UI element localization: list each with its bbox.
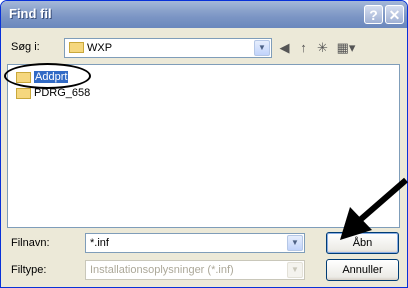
pointer-arrow (340, 177, 408, 240)
